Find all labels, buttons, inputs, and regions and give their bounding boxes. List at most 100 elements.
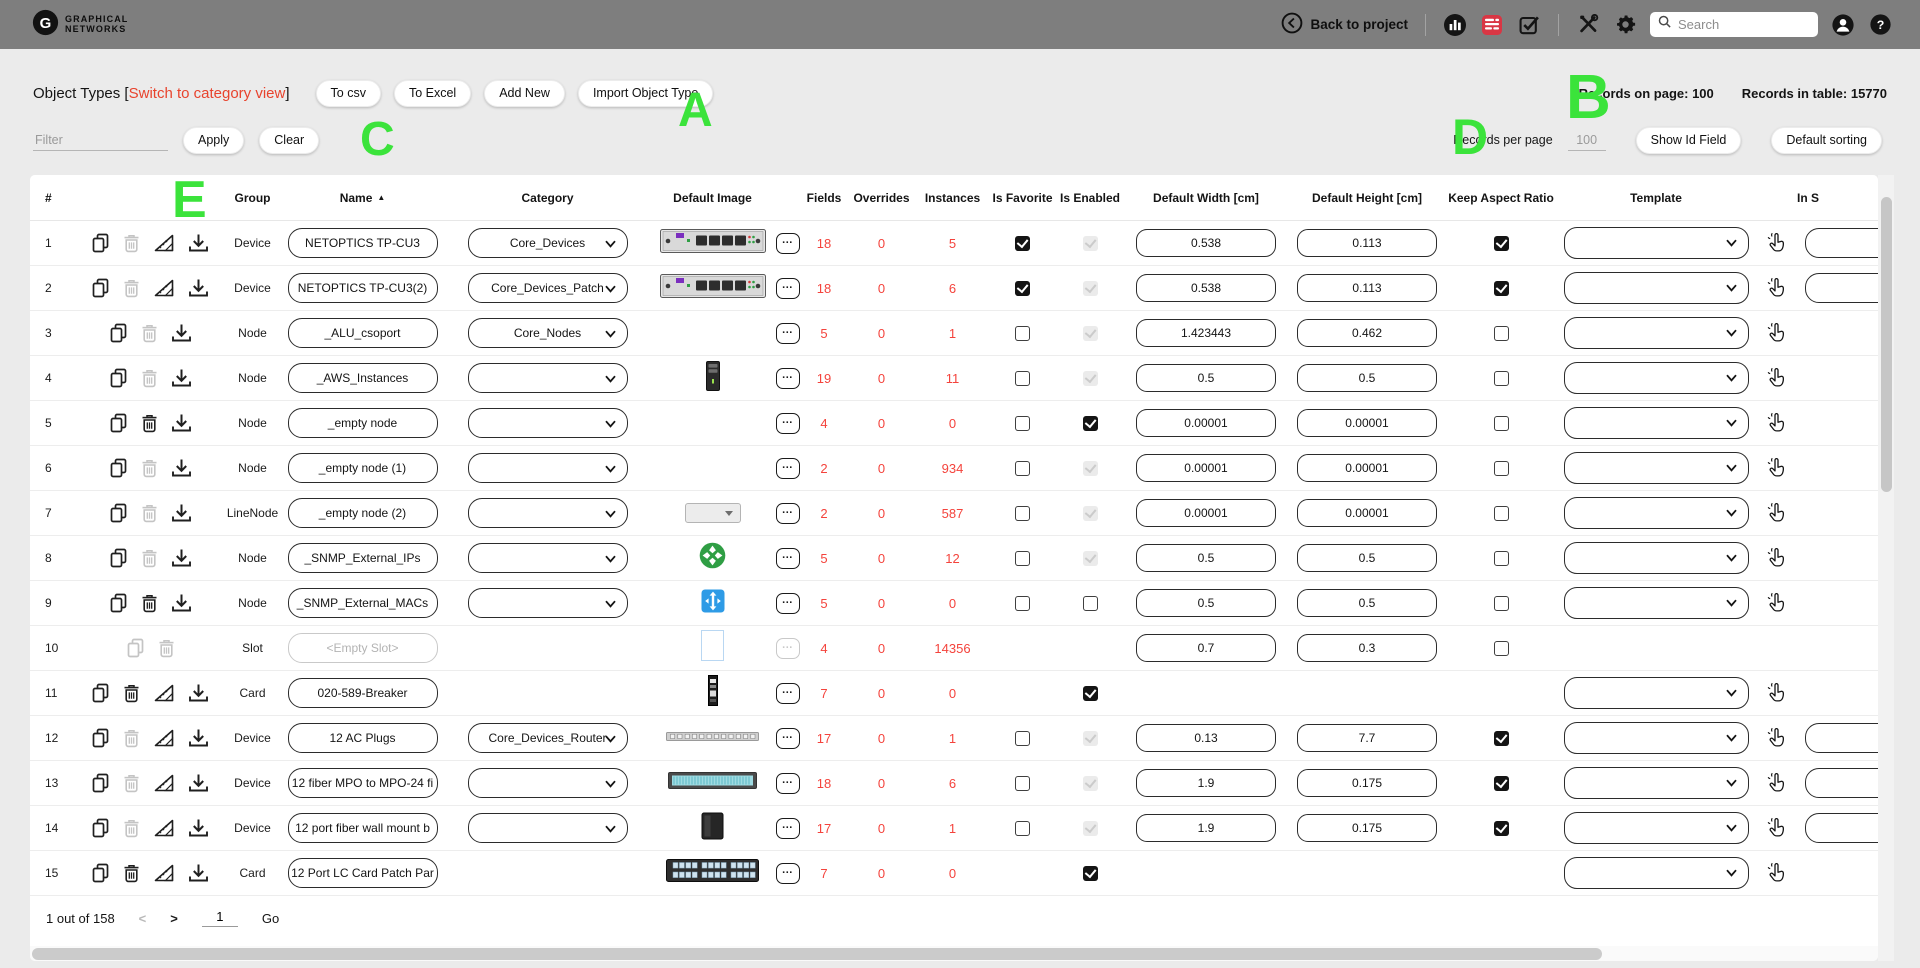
pointer-hand-icon[interactable] (1767, 547, 1787, 569)
column-header-ins[interactable]: In S (1797, 175, 1878, 220)
width-input[interactable] (1136, 274, 1276, 302)
column-header-favorite[interactable]: Is Favorite (990, 175, 1055, 220)
column-header-aspect[interactable]: Keep Aspect Ratio (1447, 175, 1555, 220)
category-select[interactable] (468, 408, 628, 438)
download-icon[interactable] (171, 458, 192, 479)
keep-aspect-ratio-checkbox[interactable] (1494, 551, 1509, 566)
name-input[interactable] (288, 678, 438, 708)
height-input[interactable] (1297, 769, 1437, 797)
template-select[interactable] (1564, 767, 1749, 799)
help-icon[interactable]: ? (1868, 13, 1892, 37)
download-icon[interactable] (188, 728, 209, 749)
copy-icon[interactable] (91, 278, 110, 299)
download-icon[interactable] (188, 683, 209, 704)
pointer-hand-icon[interactable] (1767, 367, 1787, 389)
keep-aspect-ratio-checkbox[interactable] (1494, 776, 1509, 791)
in-service-input[interactable] (1805, 273, 1878, 303)
more-options-button[interactable]: ... (776, 773, 800, 794)
copy-icon[interactable] (91, 683, 110, 704)
download-icon[interactable] (171, 323, 192, 344)
chart-icon[interactable] (1443, 13, 1467, 37)
width-input[interactable] (1136, 454, 1276, 482)
tasks-checkbox-icon[interactable] (1517, 13, 1541, 37)
more-options-button[interactable]: ... (776, 593, 800, 614)
more-options-button[interactable]: ... (776, 458, 800, 479)
download-icon[interactable] (188, 773, 209, 794)
column-header-name[interactable]: Name▲ (280, 175, 445, 220)
ruler-icon[interactable] (153, 773, 175, 793)
category-select[interactable] (468, 453, 628, 483)
pointer-hand-icon[interactable] (1767, 412, 1787, 434)
enabled-checkbox[interactable] (1083, 416, 1098, 431)
name-input[interactable] (288, 723, 438, 753)
favorite-checkbox[interactable] (1015, 731, 1030, 746)
pointer-hand-icon[interactable] (1767, 862, 1787, 884)
width-input[interactable] (1136, 319, 1276, 347)
height-input[interactable] (1297, 274, 1437, 302)
favorite-checkbox[interactable] (1015, 236, 1030, 251)
to-csv-button[interactable]: To csv (316, 80, 381, 107)
category-select[interactable] (468, 768, 628, 798)
favorite-checkbox[interactable] (1015, 461, 1030, 476)
column-header-group[interactable]: Group (225, 175, 280, 220)
keep-aspect-ratio-checkbox[interactable] (1494, 821, 1509, 836)
height-input[interactable] (1297, 634, 1437, 662)
in-service-input[interactable] (1805, 228, 1878, 258)
download-icon[interactable] (188, 233, 209, 254)
column-header-enabled[interactable]: Is Enabled (1055, 175, 1125, 220)
red-list-icon[interactable] (1480, 13, 1504, 37)
height-input[interactable] (1297, 814, 1437, 842)
keep-aspect-ratio-checkbox[interactable] (1494, 641, 1509, 656)
name-input[interactable] (288, 768, 438, 798)
to-excel-button[interactable]: To Excel (394, 80, 471, 107)
enabled-checkbox[interactable] (1083, 686, 1098, 701)
category-select[interactable] (468, 498, 628, 528)
template-select[interactable] (1564, 587, 1749, 619)
in-service-input[interactable] (1805, 723, 1878, 753)
width-input[interactable] (1136, 499, 1276, 527)
template-select[interactable] (1564, 407, 1749, 439)
favorite-checkbox[interactable] (1015, 776, 1030, 791)
copy-icon[interactable] (109, 503, 128, 524)
more-options-button[interactable]: ... (776, 548, 800, 569)
width-input[interactable] (1136, 544, 1276, 572)
column-header-category[interactable]: Category (445, 175, 650, 220)
download-icon[interactable] (171, 368, 192, 389)
category-select[interactable] (468, 543, 628, 573)
favorite-checkbox[interactable] (1015, 551, 1030, 566)
copy-icon[interactable] (109, 323, 128, 344)
page-number-input[interactable] (202, 909, 238, 927)
height-input[interactable] (1297, 319, 1437, 347)
more-options-button[interactable]: ... (776, 503, 800, 524)
column-header-width[interactable]: Default Width [cm] (1125, 175, 1287, 220)
copy-icon[interactable] (91, 818, 110, 839)
keep-aspect-ratio-checkbox[interactable] (1494, 596, 1509, 611)
template-select[interactable] (1564, 542, 1749, 574)
favorite-checkbox[interactable] (1015, 371, 1030, 386)
column-header-template[interactable]: Template (1555, 175, 1757, 220)
copy-icon[interactable] (109, 593, 128, 614)
search-input[interactable] (1678, 17, 1798, 32)
pointer-hand-icon[interactable] (1767, 727, 1787, 749)
pointer-hand-icon[interactable] (1767, 232, 1787, 254)
template-select[interactable] (1564, 452, 1749, 484)
ruler-icon[interactable] (153, 233, 175, 253)
default-sorting-button[interactable]: Default sorting (1771, 127, 1882, 154)
keep-aspect-ratio-checkbox[interactable] (1494, 506, 1509, 521)
favorite-checkbox[interactable] (1015, 416, 1030, 431)
pointer-hand-icon[interactable] (1767, 322, 1787, 344)
keep-aspect-ratio-checkbox[interactable] (1494, 236, 1509, 251)
width-input[interactable] (1136, 229, 1276, 257)
width-input[interactable] (1136, 769, 1276, 797)
favorite-checkbox[interactable] (1015, 821, 1030, 836)
ruler-icon[interactable] (153, 863, 175, 883)
more-options-button[interactable]: ... (776, 683, 800, 704)
download-icon[interactable] (171, 503, 192, 524)
copy-icon[interactable] (91, 728, 110, 749)
name-input[interactable] (288, 813, 438, 843)
width-input[interactable] (1136, 634, 1276, 662)
download-icon[interactable] (188, 278, 209, 299)
height-input[interactable] (1297, 409, 1437, 437)
more-options-button[interactable]: ... (776, 413, 800, 434)
pointer-hand-icon[interactable] (1767, 277, 1787, 299)
